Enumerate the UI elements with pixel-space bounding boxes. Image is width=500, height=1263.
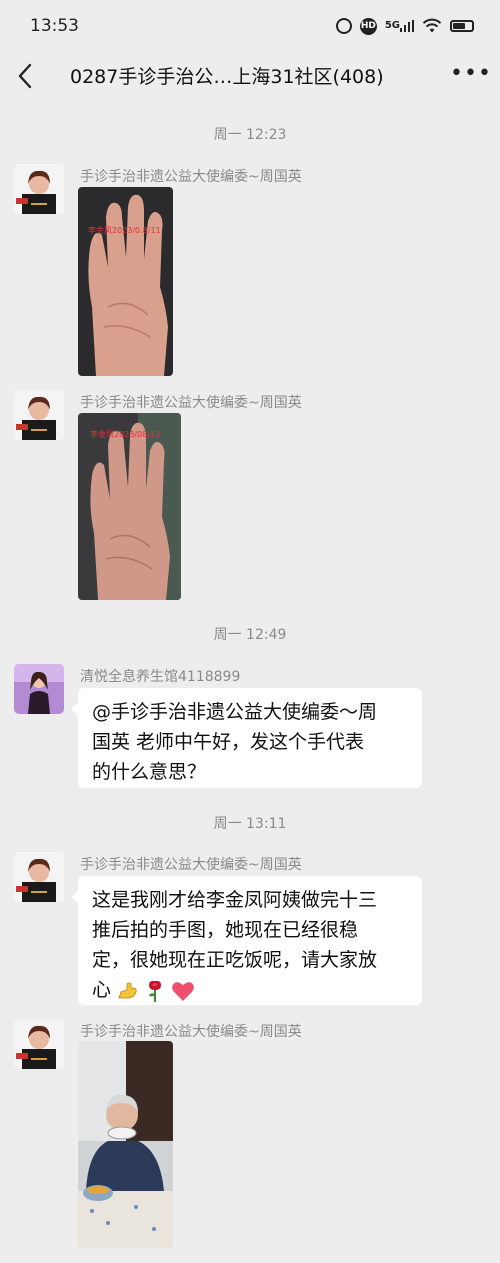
avatar[interactable] bbox=[14, 852, 64, 902]
message-line-last: 心 bbox=[92, 975, 408, 1005]
avatar[interactable] bbox=[14, 1019, 64, 1069]
message-line: 这是我刚才给李金凤阿姨做完十三 bbox=[92, 889, 378, 911]
message-line: 定，很她现在正吃饭呢，请大家放 bbox=[92, 949, 378, 971]
signal-5g-icon: 5G bbox=[385, 20, 414, 32]
avatar-photo bbox=[14, 852, 64, 902]
more-dots-icon: ••• bbox=[450, 61, 492, 86]
elderly-woman-eating-photo[interactable] bbox=[78, 1041, 173, 1248]
avatar-photo bbox=[14, 164, 64, 214]
strong-arm-icon bbox=[118, 982, 137, 998]
message-line: 心 bbox=[92, 979, 112, 1001]
message-line: @手诊手治非遗公益大使编委～周 bbox=[92, 701, 378, 723]
rose-icon bbox=[149, 980, 162, 1002]
sender-name: 清悦全息养生馆4118899 bbox=[80, 669, 241, 685]
hand-palm-photo[interactable]: 李金凤2023/08/13 bbox=[78, 413, 181, 600]
alarm-icon bbox=[335, 18, 352, 34]
chat-header: 0287手诊手治公…上海31社区(408) ••• bbox=[0, 52, 500, 100]
avatar-photo bbox=[14, 390, 64, 440]
avatar[interactable] bbox=[14, 164, 64, 214]
avatar-photo bbox=[14, 664, 64, 714]
time-separator: 周一 13:11 bbox=[213, 816, 287, 832]
photo-caption: 李金凤2023/08/13 bbox=[90, 430, 161, 439]
chat-title: 0287手诊手治公…上海31社区(408) bbox=[70, 66, 384, 88]
sender-name: 手诊手治非遗公益大使编委~周国英 bbox=[80, 169, 302, 185]
time-separator: 周一 12:23 bbox=[213, 127, 287, 143]
message-line: 的什么意思？ bbox=[92, 761, 207, 783]
status-bar: 13:53 HD 5G bbox=[0, 0, 500, 52]
chevron-left-icon bbox=[18, 63, 32, 89]
back-button[interactable] bbox=[14, 62, 38, 90]
wifi-icon bbox=[422, 18, 442, 34]
photo-caption: 李金凤2023/0.8/11 bbox=[88, 226, 161, 235]
sender-name: 手诊手治非遗公益大使编委~周国英 bbox=[80, 395, 302, 411]
network-label: 5G bbox=[384, 20, 400, 31]
avatar[interactable] bbox=[14, 664, 64, 714]
message-bubble[interactable]: 这是我刚才给李金凤阿姨做完十三 推后拍的手图，她现在已经很稳 定，很她现在正吃饭… bbox=[71, 876, 422, 1005]
avatar-photo bbox=[14, 1019, 64, 1069]
message-bubble[interactable]: @手诊手治非遗公益大使编委～周 国英 老师中午好，发这个手代表 的什么意思？ bbox=[71, 688, 422, 788]
hand-palm-photo[interactable]: 李金凤2023/0.8/11 bbox=[78, 187, 173, 376]
message-line: 国英 老师中午好，发这个手代表 bbox=[92, 731, 365, 753]
time-separator: 周一 12:49 bbox=[213, 627, 287, 643]
status-time: 13:53 bbox=[30, 16, 79, 36]
hd-icon: HD bbox=[359, 17, 377, 35]
sender-name: 手诊手治非遗公益大使编委~周国英 bbox=[80, 857, 302, 873]
battery-icon bbox=[450, 20, 474, 32]
message-line: 推后拍的手图，她现在已经很稳 bbox=[92, 919, 359, 941]
sender-name: 手诊手治非遗公益大使编委~周国英 bbox=[80, 1024, 302, 1040]
status-icons: HD 5G bbox=[335, 17, 474, 35]
more-button[interactable]: ••• bbox=[450, 63, 491, 86]
avatar[interactable] bbox=[14, 390, 64, 440]
heart-icon bbox=[172, 981, 195, 1001]
